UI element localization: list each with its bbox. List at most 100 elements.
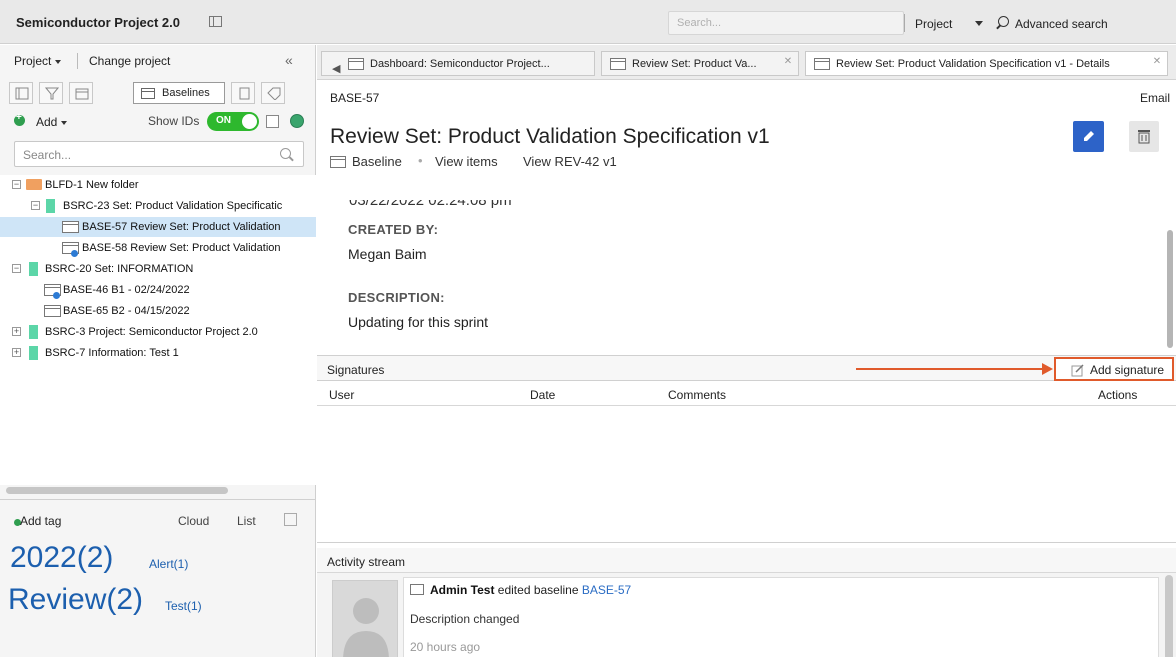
dashboard-icon xyxy=(348,58,364,70)
folder-icon xyxy=(26,179,42,190)
add-signature-button[interactable]: Add signature xyxy=(1054,357,1174,381)
expand-toggle-icon[interactable]: + xyxy=(12,327,21,336)
tab-review-set-details[interactable]: Review Set: Product Validation Specifica… xyxy=(805,51,1168,76)
baseline-icon xyxy=(410,584,424,595)
detail-header: BASE-57 Email Review Set: Product Valida… xyxy=(317,81,1176,201)
expand-toggle-icon[interactable]: − xyxy=(31,201,40,210)
view-rev-link[interactable]: View REV-42 v1 xyxy=(523,154,617,169)
horizontal-scrollbar[interactable] xyxy=(6,487,228,494)
calendar-icon xyxy=(75,88,89,100)
user-silhouette-icon xyxy=(343,598,389,657)
date-value: 03/22/2022 02:24:08 pm xyxy=(349,200,512,209)
panel-splitter[interactable] xyxy=(317,542,1176,547)
view-items-link[interactable]: View items xyxy=(435,154,498,169)
tag-button[interactable] xyxy=(261,82,285,104)
add-menu[interactable]: Add xyxy=(36,115,68,129)
chevron-down-icon xyxy=(55,59,62,64)
expand-toggle-icon[interactable]: − xyxy=(12,180,21,189)
global-search-input[interactable]: Search... xyxy=(668,11,904,35)
description-label: DESCRIPTION: xyxy=(348,290,445,305)
tab-review-set[interactable]: Review Set: Product Va... ✕ xyxy=(601,51,799,76)
tab-baselines[interactable]: Baselines xyxy=(133,82,225,104)
left-panel: Project Change project « Baselines Add S… xyxy=(0,45,316,657)
pencil-icon xyxy=(1084,131,1094,141)
description-value: Updating for this sprint xyxy=(348,314,489,330)
tree-node-set[interactable]: + BSRC-7 Information: Test 1 xyxy=(0,343,316,363)
expand-toggle-icon[interactable]: + xyxy=(12,348,21,357)
activity-detail: Description changed xyxy=(410,612,520,626)
baseline-link[interactable]: Baseline xyxy=(352,154,402,169)
tag-link[interactable]: Review(2) xyxy=(8,583,143,617)
column-header-user[interactable]: User xyxy=(329,388,354,402)
export-icon[interactable] xyxy=(266,115,279,128)
activity-target-link[interactable]: BASE-57 xyxy=(582,583,631,597)
annotation-arrow-head xyxy=(1042,363,1053,375)
filter-icon xyxy=(45,87,59,100)
page-title: Review Set: Product Validation Specifica… xyxy=(330,125,770,148)
export-icon[interactable] xyxy=(284,513,297,526)
top-bar: Semiconductor Project 2.0 Search... Proj… xyxy=(0,0,1176,44)
close-icon[interactable]: ✕ xyxy=(782,56,794,68)
list-view-button[interactable]: List xyxy=(237,514,256,528)
panel-splitter[interactable] xyxy=(0,499,316,505)
tree-search-input[interactable]: Search... xyxy=(14,141,304,167)
tree-view-button[interactable] xyxy=(9,82,33,104)
column-header-comments[interactable]: Comments xyxy=(668,388,726,402)
add-signature-label: Add signature xyxy=(1090,363,1165,377)
expand-toggle-icon[interactable]: − xyxy=(12,264,21,273)
baseline-icon xyxy=(814,58,830,70)
detail-fields: 03/22/2022 02:24:08 pm CREATED BY: Megan… xyxy=(317,200,1176,352)
panel-toggle-icon[interactable] xyxy=(209,16,222,27)
tree-node-baseline[interactable]: BASE-46 B1 - 02/24/2022 xyxy=(0,280,316,300)
project-menu[interactable]: Project xyxy=(14,54,62,68)
vertical-scrollbar[interactable] xyxy=(1167,230,1173,348)
document-button[interactable] xyxy=(231,82,255,104)
avatar xyxy=(332,580,398,657)
created-by-label: CREATED BY: xyxy=(348,222,439,237)
filter-button[interactable] xyxy=(39,82,63,104)
chevron-down-icon[interactable] xyxy=(975,21,983,26)
badge-icon xyxy=(71,250,78,257)
show-ids-toggle[interactable]: ON xyxy=(207,112,259,131)
activity-actor[interactable]: Admin Test xyxy=(430,583,494,597)
email-link[interactable]: Email xyxy=(1140,91,1170,105)
tree-node-set[interactable]: − BSRC-20 Set: INFORMATION xyxy=(0,259,316,279)
add-row: Add Show IDs ON xyxy=(14,112,310,132)
project-scope-dropdown[interactable]: Project xyxy=(915,17,952,31)
tree-node-folder[interactable]: − BLFD-1 New folder xyxy=(0,175,316,195)
tab-dashboard[interactable]: ◀ Dashboard: Semiconductor Project... xyxy=(321,51,595,76)
baseline-tree: − BLFD-1 New folder − BSRC-23 Set: Produ… xyxy=(0,175,316,485)
divider xyxy=(904,14,905,32)
change-project-link[interactable]: Change project xyxy=(89,54,170,68)
globe-icon[interactable] xyxy=(290,114,304,128)
tree-node-baseline-selected[interactable]: BASE-57 Review Set: Product Validation xyxy=(0,217,316,237)
column-header-date[interactable]: Date xyxy=(530,388,555,402)
show-ids-label: Show IDs xyxy=(148,114,200,128)
search-icon[interactable] xyxy=(280,148,291,159)
tab-label: Review Set: Product Va... xyxy=(632,58,757,70)
tab-scroll-left-icon[interactable]: ◀ xyxy=(332,62,340,75)
baseline-icon xyxy=(62,221,79,233)
tag-link[interactable]: 2022(2) xyxy=(10,541,113,575)
collapse-panel-icon[interactable]: « xyxy=(285,52,293,68)
tree-node-set[interactable]: + BSRC-3 Project: Semiconductor Project … xyxy=(0,322,316,342)
add-tag-button[interactable]: Add tag xyxy=(20,514,61,528)
tag-link[interactable]: Alert(1) xyxy=(149,557,188,571)
tag-link[interactable]: Test(1) xyxy=(165,599,202,613)
tree-node-label: BASE-46 B1 - 02/24/2022 xyxy=(63,284,190,296)
calendar-button[interactable] xyxy=(69,82,93,104)
tree-node-label: BASE-57 Review Set: Product Validation xyxy=(82,221,281,233)
tree-node-label: BSRC-7 Information: Test 1 xyxy=(45,347,179,359)
tree-node-baseline[interactable]: BASE-65 B2 - 04/15/2022 xyxy=(0,301,316,321)
close-icon[interactable]: ✕ xyxy=(1151,56,1163,68)
delete-button[interactable] xyxy=(1129,121,1159,152)
vertical-scrollbar[interactable] xyxy=(1165,575,1173,657)
tree-node-set[interactable]: − BSRC-23 Set: Product Validation Specif… xyxy=(0,196,316,216)
left-panel-header: Project Change project « xyxy=(0,45,316,77)
advanced-search-link[interactable]: Advanced search xyxy=(1015,17,1108,31)
tree-node-baseline[interactable]: BASE-58 Review Set: Product Validation xyxy=(0,238,316,258)
tree-icon xyxy=(15,87,29,100)
cloud-view-button[interactable]: Cloud xyxy=(178,514,209,528)
add-icon[interactable] xyxy=(14,112,25,126)
edit-button[interactable] xyxy=(1073,121,1104,152)
